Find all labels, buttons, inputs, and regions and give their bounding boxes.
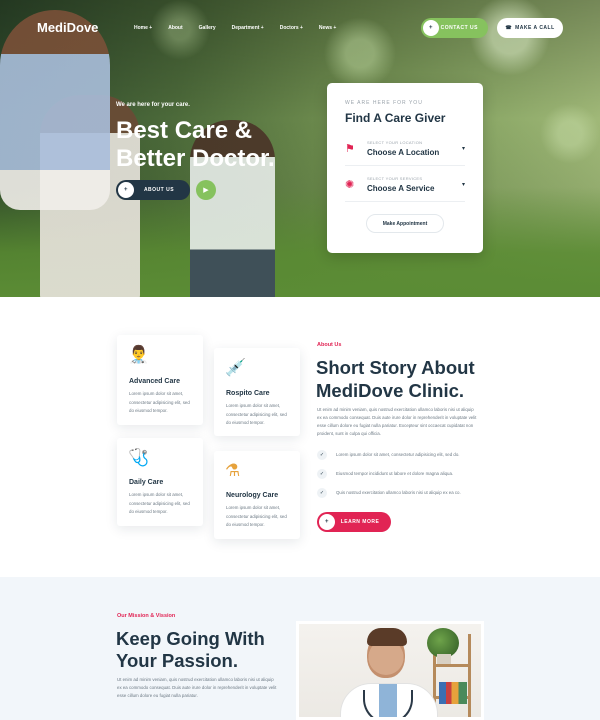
service-card[interactable]: 💉 Rospito Care Lorem ipsum dolor sit ame… <box>214 348 300 436</box>
hero-section: MediDove Home + About Gallery Department… <box>0 0 600 297</box>
service-title: Rospito Care <box>226 390 270 397</box>
check-icon: ✓ <box>317 488 327 498</box>
play-icon: ▶ <box>203 187 209 194</box>
finder-subtitle: WE ARE HERE FOR YOU <box>345 100 423 106</box>
service-text: Lorem ipsum dolor sit amet, consectetur … <box>226 505 287 527</box>
about-us-label: ABOUT US <box>143 187 175 193</box>
stethoscope-icon: 🩺 <box>128 448 150 467</box>
menu-item-news[interactable]: News + <box>319 25 336 31</box>
find-care-giver-card: WE ARE HERE FOR YOU Find A Care Giver ⚑ … <box>327 83 483 253</box>
plant-pot <box>437 654 451 664</box>
phone-icon: ☎ <box>505 25 513 31</box>
virus-icon: ✺ <box>345 179 355 191</box>
stethoscope <box>363 690 413 717</box>
about-text: Ut enim ad minim veniam, quis nostrud ex… <box>317 407 477 436</box>
doctor-icon: 👨‍⚕ <box>128 345 150 364</box>
list-item: ✓ Eiusmod tempor incididunt ut labore et… <box>317 468 487 487</box>
syringe-icon: 💉 <box>225 358 247 377</box>
location-value: Choose A Location <box>367 148 440 157</box>
about-label: About Us <box>317 342 342 348</box>
hero-subtitle: We are here for your care. <box>116 102 190 108</box>
service-title: Neurology Care <box>226 492 279 499</box>
main-menu: Home + About Gallery Department + Doctor… <box>134 25 336 31</box>
mission-label: Our Mission & Vission <box>117 613 176 619</box>
logo[interactable]: MediDove <box>37 20 98 35</box>
make-call-button[interactable]: ☎ MAKE A CALL <box>497 18 563 38</box>
learn-more-button[interactable]: + LEARN MORE <box>317 512 391 532</box>
learn-more-label: LEARN MORE <box>340 519 380 525</box>
doctor-hair <box>367 628 407 646</box>
check-icon: ✓ <box>317 450 327 460</box>
service-card[interactable]: 👨‍⚕ Advanced Care Lorem ipsum dolor sit … <box>117 335 203 425</box>
service-text: Lorem ipsum dolor sit amet, consectetur … <box>129 391 190 413</box>
menu-item-home[interactable]: Home + <box>134 25 152 31</box>
service-select[interactable]: ✺ SELECT YOUR SERVICES Choose A Service … <box>345 172 465 202</box>
checklist-text: Lorem ipsum dolor sit amet, consectetur … <box>336 452 460 457</box>
service-card[interactable]: ⚗ Neurology Care Lorem ipsum dolor sit a… <box>214 451 300 539</box>
chevron-down-icon: ▾ <box>461 146 465 152</box>
about-title: Short Story About MediDove Clinic. <box>316 357 475 401</box>
service-value: Choose A Service <box>367 184 435 193</box>
mission-title: Keep Going With Your Passion. <box>116 628 265 671</box>
about-checklist: ✓ Lorem ipsum dolor sit amet, consectetu… <box>317 449 487 506</box>
make-appointment-button[interactable]: Make Appointment <box>366 214 444 233</box>
list-item: ✓ Lorem ipsum dolor sit amet, consectetu… <box>317 449 487 468</box>
play-video-button[interactable]: ▶ <box>196 180 216 200</box>
menu-item-doctors[interactable]: Doctors + <box>280 25 303 31</box>
service-title: Daily Care <box>129 479 164 486</box>
menu-item-department[interactable]: Department + <box>232 25 264 31</box>
check-icon: ✓ <box>317 469 327 479</box>
plus-icon: + <box>423 20 439 36</box>
service-title: Advanced Care <box>129 378 180 385</box>
service-card[interactable]: 🩺 Daily Care Lorem ipsum dolor sit amet,… <box>117 438 203 526</box>
plus-icon: + <box>319 514 335 530</box>
service-text: Lorem ipsum dolor sit amet, consectetur … <box>226 403 287 425</box>
main-navigation: MediDove Home + About Gallery Department… <box>0 14 600 44</box>
location-label: SELECT YOUR LOCATION <box>367 140 423 145</box>
doctor-photo <box>296 621 484 720</box>
flag-icon: ⚑ <box>345 143 355 155</box>
hero-title: Best Care & Better Doctor. <box>116 117 275 172</box>
flask-icon: ⚗ <box>225 461 241 480</box>
list-item: ✓ Quis nostrud exercitation ullamco labo… <box>317 487 487 506</box>
plus-icon: + <box>118 182 134 198</box>
contact-us-label: CONTACT US <box>440 25 478 31</box>
make-call-label: MAKE A CALL <box>515 25 555 31</box>
books <box>439 682 467 704</box>
about-us-button[interactable]: + ABOUT US <box>116 180 190 200</box>
finder-title: Find A Care Giver <box>345 111 446 125</box>
checklist-text: Quis nostrud exercitation ullamco labori… <box>336 490 461 495</box>
chevron-down-icon: ▾ <box>461 182 465 188</box>
service-label: SELECT YOUR SERVICES <box>367 176 423 181</box>
service-text: Lorem ipsum dolor sit amet, consectetur … <box>129 492 190 514</box>
menu-item-gallery[interactable]: Gallery <box>199 25 216 31</box>
contact-us-button[interactable]: + CONTACT US <box>421 18 488 38</box>
mission-text: Ut enim ad minim veniam, quis nostrud ex… <box>117 677 277 698</box>
checklist-text: Eiusmod tempor incididunt ut labore et d… <box>336 471 454 476</box>
menu-item-about[interactable]: About <box>168 25 182 31</box>
location-select[interactable]: ⚑ SELECT YOUR LOCATION Choose A Location… <box>345 136 465 166</box>
